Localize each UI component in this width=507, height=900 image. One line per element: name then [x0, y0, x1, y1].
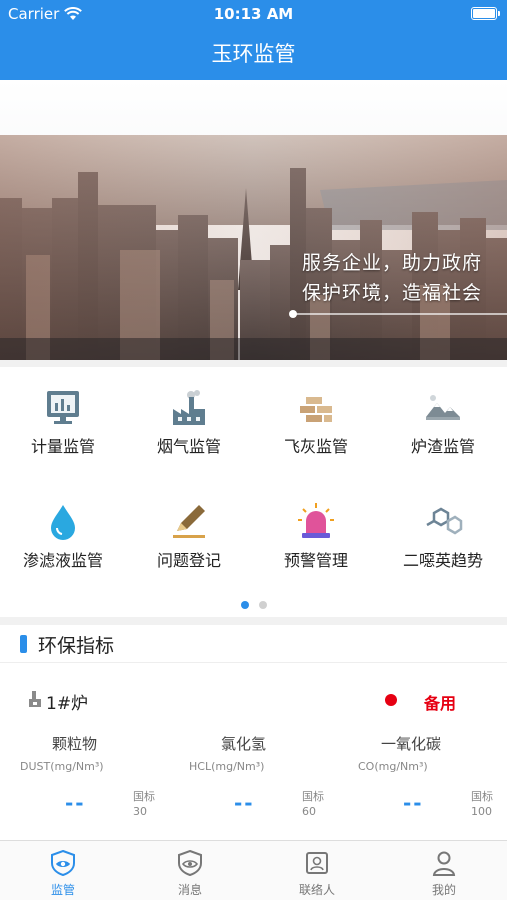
contact-card-icon: [306, 852, 328, 874]
metric-standard: 国标 100: [471, 789, 493, 819]
status-bar: Carrier 10:13 AM: [0, 0, 507, 28]
menu-item-metering[interactable]: 计量监管: [0, 373, 126, 463]
tab-label: 我的: [431, 883, 456, 897]
furnace-status: 备用: [424, 694, 457, 713]
metric-standard: 国标 30: [133, 789, 155, 819]
tab-mine[interactable]: 我的: [381, 841, 507, 900]
furnace-name: 1#炉: [46, 694, 89, 714]
tab-label: 监管: [50, 883, 75, 897]
menu-item-label: 渗滤液监管: [22, 551, 103, 570]
menu-item-label: 烟气监管: [156, 437, 221, 456]
message-shield-icon: [178, 850, 202, 876]
metric-value: --: [234, 791, 255, 815]
page-title: 玉环监管: [211, 42, 296, 66]
mountain-slag-icon: [426, 395, 460, 420]
menu-item-issue-register[interactable]: 问题登记: [126, 487, 252, 577]
page-dot[interactable]: [258, 601, 267, 609]
standard-value: 60: [302, 805, 316, 818]
monitor-chart-icon: [47, 391, 79, 424]
factory-smoke-icon: [173, 390, 205, 425]
tab-label: 消息: [177, 883, 202, 897]
metric-unit: CO(mg/Nm³): [358, 760, 428, 773]
metric-value: --: [65, 791, 86, 815]
tab-bar: 监管 消息 联络人 我的: [0, 840, 507, 900]
metric-name: 氯化氢: [221, 735, 267, 753]
menu-item-alert-management[interactable]: 预警管理: [253, 487, 379, 577]
furnace-icon: [29, 691, 41, 707]
status-time: 10:13 AM: [213, 5, 294, 23]
menu-item-label: 炉渣监管: [410, 437, 475, 456]
tab-messages[interactable]: 消息: [127, 841, 253, 900]
metric-name: 一氧化碳: [381, 735, 442, 753]
page-dot-active[interactable]: [240, 601, 249, 609]
menu-item-slag[interactable]: 炉渣监管: [380, 373, 506, 463]
metric-co: 一氧化碳 CO(mg/Nm³) -- 国标 100: [338, 733, 507, 828]
metric-dust: 颗粒物 DUST(mg/Nm³) -- 国标 30: [0, 733, 169, 828]
metric-standard: 国标 60: [302, 789, 324, 819]
banner-slogan-line2: 保护环境，造福社会: [302, 282, 483, 304]
tab-contacts[interactable]: 联络人: [254, 841, 380, 900]
banner-slogan-line1: 服务企业，助力政府: [302, 252, 483, 274]
menu-item-label: 计量监管: [30, 437, 95, 456]
standard-value: 30: [133, 805, 147, 818]
metric-value: --: [403, 791, 424, 815]
battery-icon: [471, 7, 500, 20]
standard-label: 国标: [471, 790, 493, 803]
status-indicator-dot: [385, 694, 397, 706]
menu-item-label: 飞灰监管: [283, 437, 348, 456]
menu-item-label: 二噁英趋势: [402, 551, 483, 570]
section-title: 环保指标: [38, 635, 115, 657]
banner-carousel[interactable]: 服务企业，助力政府 保护环境，造福社会: [0, 80, 507, 360]
divider: [0, 360, 507, 367]
standard-value: 100: [471, 805, 492, 818]
function-menu: 计量监管 烟气监管 飞灰监管 炉渣监管 渗滤液监管 问题登记 预警管理 二噁英趋…: [0, 367, 507, 617]
menu-item-flue-gas[interactable]: 烟气监管: [126, 373, 252, 463]
section-accent-bar: [20, 635, 27, 653]
tab-label: 联络人: [298, 883, 335, 897]
eye-shield-icon: [51, 850, 75, 876]
person-icon: [432, 851, 456, 876]
molecule-icon: [426, 507, 463, 535]
bricks-icon: [300, 397, 332, 422]
pencil-icon: [173, 505, 205, 538]
tab-supervision[interactable]: 监管: [0, 841, 126, 900]
menu-item-dioxin-trend[interactable]: 二噁英趋势: [380, 487, 506, 577]
alarm-light-icon: [298, 503, 334, 538]
standard-label: 国标: [133, 790, 155, 803]
metric-unit: HCL(mg/Nm³): [189, 760, 265, 773]
city-skyline-image: [0, 80, 507, 360]
section-header: 环保指标: [0, 625, 507, 663]
page-indicator: [0, 601, 507, 609]
app-header: Carrier 10:13 AM 玉环监管: [0, 0, 507, 80]
water-drop-icon: [51, 505, 75, 540]
divider: [0, 617, 507, 625]
metric-hcl: 氯化氢 HCL(mg/Nm³) -- 国标 60: [169, 733, 338, 828]
menu-item-fly-ash[interactable]: 飞灰监管: [253, 373, 379, 463]
menu-item-leachate[interactable]: 渗滤液监管: [0, 487, 126, 577]
standard-label: 国标: [302, 790, 324, 803]
metric-unit: DUST(mg/Nm³): [20, 760, 104, 773]
furnace-row[interactable]: 1#炉 备用: [0, 680, 507, 720]
menu-item-label: 问题登记: [156, 551, 221, 570]
menu-item-label: 预警管理: [283, 551, 348, 570]
metric-name: 颗粒物: [52, 735, 98, 753]
